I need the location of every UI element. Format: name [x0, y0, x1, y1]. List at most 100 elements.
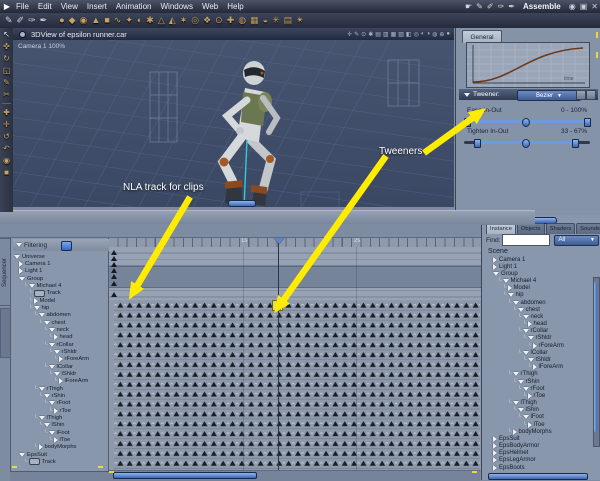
tree-item-model[interactable]: └ Model	[14, 297, 106, 304]
expander-icon[interactable]	[43, 423, 50, 428]
insert-sphere-icon[interactable]: ●	[59, 15, 64, 26]
pencil-tool-icon[interactable]: ✎	[3, 78, 10, 87]
menu-view[interactable]: View	[61, 2, 78, 11]
expander-icon[interactable]	[38, 444, 43, 451]
tree-item-lcollar[interactable]: └ lCollar	[14, 363, 106, 370]
expander-icon[interactable]	[58, 356, 63, 363]
tree-item-michael-4[interactable]: └ Michael 4	[14, 282, 106, 289]
keyframe-marker[interactable]	[111, 292, 117, 297]
expander-icon[interactable]	[493, 450, 497, 457]
insert-morph-icon[interactable]: ◍	[238, 15, 246, 26]
snap-icon[interactable]: ✱	[368, 31, 373, 38]
insert-vertex-object-icon[interactable]: ◆	[69, 15, 76, 26]
cut-tool-icon[interactable]: ✂	[3, 90, 10, 99]
keyframe-marker[interactable]	[111, 268, 117, 273]
move-mode-icon[interactable]: ✛	[347, 31, 352, 38]
tree-item-michael-4[interactable]: └ Michael 4	[488, 278, 592, 285]
tree-item-epsbodyarmor[interactable]: EpsBodyArmor	[488, 442, 592, 450]
expander-icon[interactable]	[512, 372, 519, 377]
shade-flat-icon[interactable]: ◐	[421, 31, 425, 37]
playhead-handle[interactable]	[274, 238, 284, 244]
tree-item-head[interactable]: └ head	[14, 334, 106, 341]
expander-icon[interactable]	[502, 279, 509, 284]
tree-item-abdomen[interactable]: └ abdomen	[488, 299, 592, 306]
find-input[interactable]	[502, 234, 551, 246]
dolly-camera-icon[interactable]: ✛	[3, 120, 10, 129]
target-icon[interactable]: ⊙	[361, 31, 366, 38]
insert-light-icon[interactable]: ✶	[180, 15, 188, 26]
expander-icon[interactable]	[43, 393, 50, 398]
expander-icon[interactable]	[527, 336, 534, 341]
collapse-icon[interactable]	[16, 243, 22, 247]
insert-terrain-icon[interactable]: ◭	[169, 15, 176, 26]
expander-icon[interactable]	[522, 386, 529, 391]
expander-icon[interactable]	[19, 452, 25, 457]
keyframe-marker[interactable]	[111, 281, 117, 286]
keyframe-marker[interactable]	[111, 250, 117, 255]
tree-item-lshldr[interactable]: └ lShldr	[488, 356, 592, 363]
expander-icon[interactable]	[493, 435, 497, 442]
tree-item-universe[interactable]: Universe	[14, 253, 106, 260]
tab-shaders[interactable]: Shaders	[545, 223, 576, 234]
tree-item-rforearm[interactable]: └ rForeArm	[14, 356, 106, 363]
tree-item-lshin[interactable]: └ lShin	[488, 407, 592, 414]
restore-icon[interactable]: ▣	[580, 2, 588, 11]
insert-physics-icon[interactable]: ⊙	[215, 15, 223, 26]
tree-item-rcollar[interactable]: └ rCollar	[14, 341, 106, 348]
scale-tool-icon[interactable]: ◱	[3, 66, 11, 75]
expander-icon[interactable]	[527, 321, 532, 328]
expander-icon[interactable]	[507, 285, 512, 292]
insert-cloth-icon[interactable]: ▦	[250, 15, 259, 26]
keyframe-marker[interactable]	[111, 262, 117, 267]
insert-globe-icon[interactable]: ◉	[80, 15, 88, 26]
expander-icon[interactable]	[14, 254, 20, 259]
wrench-tool-icon[interactable]: ✎	[5, 15, 13, 26]
scene-tree-scrollbar[interactable]	[593, 277, 600, 447]
expander-icon[interactable]	[33, 305, 40, 310]
tree-item-light-1[interactable]: Light 1	[14, 268, 106, 275]
tree-item-epssuit[interactable]: EpsSuit	[14, 451, 106, 458]
expander-icon[interactable]	[512, 428, 517, 435]
tree-item-rforearm[interactable]: └ rForeArm	[488, 342, 592, 349]
tree-item-chest[interactable]: └ chest	[488, 306, 592, 313]
tree-item-group[interactable]: Group	[14, 275, 106, 282]
expander-icon[interactable]	[512, 401, 519, 406]
insert-fire-icon[interactable]: ✴	[296, 15, 304, 26]
expander-icon[interactable]	[493, 256, 497, 263]
pan-view-icon[interactable]: ✐	[487, 2, 494, 11]
eye-icon[interactable]: ◉	[569, 2, 576, 11]
tree-item-lforearm[interactable]: └ lForeArm	[488, 364, 592, 371]
expander-icon[interactable]	[38, 386, 45, 391]
expander-icon[interactable]	[532, 364, 537, 371]
insert-cone-icon[interactable]: ▲	[91, 15, 100, 26]
render-preview-icon[interactable]: ⊕	[439, 31, 444, 38]
menu-windows[interactable]: Windows	[160, 2, 192, 11]
menu-animation[interactable]: Animation	[116, 2, 152, 11]
slider-handle[interactable]	[464, 118, 471, 127]
panel-grip[interactable]	[596, 52, 598, 58]
preview-cube-icon[interactable]: ■	[4, 168, 9, 177]
menu-file[interactable]: File	[16, 2, 29, 11]
tree-item-group[interactable]: Group	[488, 270, 592, 277]
tree-item-hip[interactable]: └ hip	[14, 304, 106, 311]
insert-magnet-icon[interactable]: ◒	[263, 15, 268, 26]
dolly-view-icon[interactable]: ✒	[508, 2, 515, 11]
panel-grip[interactable]	[596, 32, 598, 38]
insert-spline-icon[interactable]: ∿	[114, 15, 122, 26]
expander-icon[interactable]	[48, 430, 55, 435]
tree-item-bodymorphs[interactable]: └ bodyMorphs	[488, 428, 592, 435]
expander-icon[interactable]	[53, 349, 60, 354]
selected-keyframe[interactable]	[272, 300, 283, 311]
rotate-tool-icon[interactable]: ↻	[3, 54, 10, 63]
zoom-view-icon[interactable]: ✑	[498, 2, 505, 11]
tree-item-ltoe[interactable]: └ lToe	[14, 436, 106, 443]
expander-icon[interactable]	[522, 350, 529, 355]
tree-item-track[interactable]: └ Track	[14, 458, 106, 466]
tree-item-rtoe[interactable]: └ rToe	[488, 392, 592, 399]
expander-icon[interactable]	[532, 342, 537, 349]
expander-icon[interactable]	[53, 334, 58, 341]
tighten-slider[interactable]	[464, 139, 590, 148]
shade-texture-icon[interactable]: ◍	[432, 31, 437, 38]
insert-text-icon[interactable]: ✦	[125, 15, 133, 26]
insert-plant-icon[interactable]: △	[158, 15, 165, 26]
